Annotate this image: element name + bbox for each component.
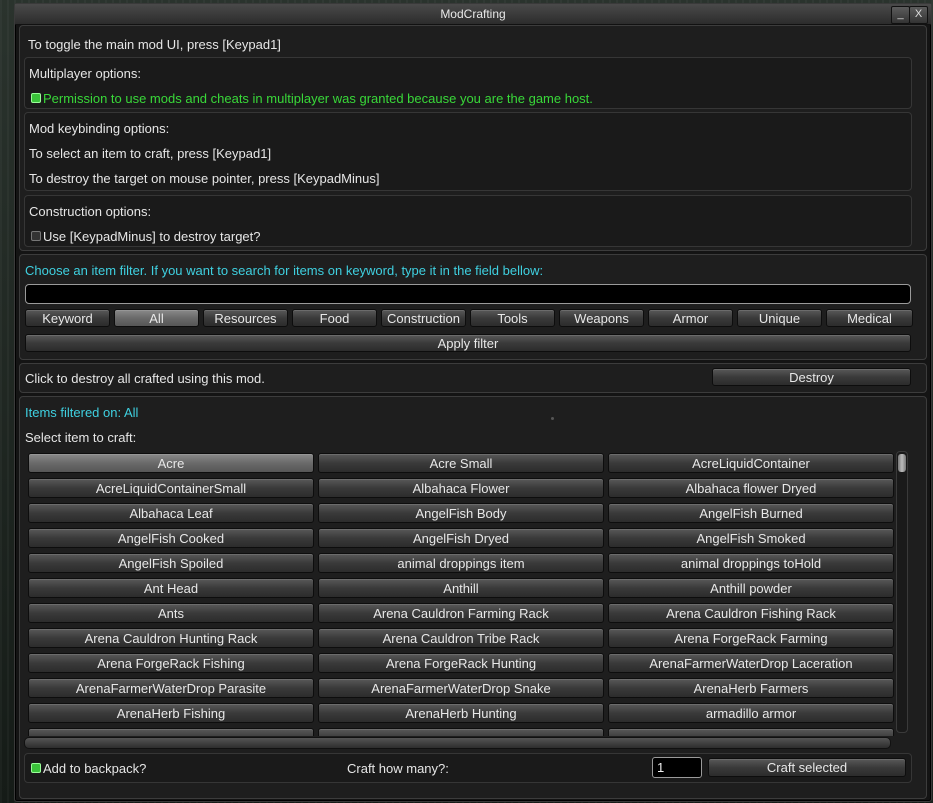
item-button[interactable]	[318, 728, 604, 736]
item-button[interactable]: ArenaFarmerWaterDrop Snake	[318, 678, 604, 698]
select-item-text: Select item to craft:	[25, 430, 137, 445]
destroy-button[interactable]: Destroy	[712, 368, 911, 386]
filter-weapons-button[interactable]: Weapons	[559, 309, 644, 327]
minimize-button[interactable]: _	[891, 6, 910, 24]
item-button[interactable]: AngelFish Smoked	[608, 528, 894, 548]
item-button[interactable]: Acre Small	[318, 453, 604, 473]
keybinding-heading: Mod keybinding options:	[29, 121, 170, 136]
item-button[interactable]: AngelFish Burned	[608, 503, 894, 523]
destroy-target-keybind-text: To destroy the target on mouse pointer, …	[29, 171, 380, 186]
item-button[interactable]: Ants	[28, 603, 314, 623]
item-button[interactable]: ArenaHerb Fishing	[28, 703, 314, 723]
item-button[interactable]: Arena ForgeRack Fishing	[28, 653, 314, 673]
item-button[interactable]: animal droppings item	[318, 553, 604, 573]
item-button[interactable]: ArenaHerb Hunting	[318, 703, 604, 723]
craft-footer: Add to backpack? Craft how many?: Craft …	[24, 753, 912, 783]
item-button[interactable]: AngelFish Dryed	[318, 528, 604, 548]
destroy-target-option-text: Use [KeypadMinus] to destroy target?	[43, 229, 261, 244]
title-bar[interactable]: ModCrafting _ X	[15, 4, 931, 25]
filter-unique-button[interactable]: Unique	[737, 309, 822, 327]
destroy-panel: Click to destroy all crafted using this …	[19, 363, 927, 393]
item-button[interactable]: Arena Cauldron Farming Rack	[318, 603, 604, 623]
item-button[interactable]: ArenaFarmerWaterDrop Laceration	[608, 653, 894, 673]
item-button[interactable]: Arena Cauldron Fishing Rack	[608, 603, 894, 623]
item-button[interactable]: AcreLiquidContainer	[608, 453, 894, 473]
construction-heading: Construction options:	[29, 204, 152, 219]
item-button[interactable]: armadillo armor	[608, 703, 894, 723]
item-grid: Acre Acre Small AcreLiquidContainer AcreLiq…	[28, 453, 896, 736]
item-list-vertical-scrollbar[interactable]	[896, 451, 908, 733]
info-panel: To toggle the main mod UI, press [Keypad…	[19, 25, 927, 251]
keyword-search-input[interactable]	[25, 284, 911, 304]
window-title: ModCrafting	[440, 7, 506, 21]
loading-dot	[551, 417, 554, 420]
item-button[interactable]: Arena ForgeRack Hunting	[318, 653, 604, 673]
item-button[interactable]: AngelFish Spoiled	[28, 553, 314, 573]
item-button[interactable]: Arena Cauldron Tribe Rack	[318, 628, 604, 648]
filter-panel: Choose an item filter. If you want to se…	[19, 254, 927, 360]
destroy-target-checkbox[interactable]	[31, 231, 41, 241]
craft-selected-button[interactable]: Craft selected	[708, 758, 906, 777]
close-button[interactable]: X	[909, 6, 928, 24]
toggle-ui-text: To toggle the main mod UI, press [Keypad…	[28, 37, 281, 52]
filter-resources-button[interactable]: Resources	[203, 309, 288, 327]
filter-instruction: Choose an item filter. If you want to se…	[25, 263, 544, 278]
modcrafting-window: ModCrafting _ X To toggle the main mod U…	[14, 3, 932, 802]
item-button[interactable]: ArenaFarmerWaterDrop Parasite	[28, 678, 314, 698]
filter-construction-button[interactable]: Construction	[381, 309, 466, 327]
item-button[interactable]	[608, 728, 894, 736]
item-button[interactable]: AngelFish Body	[318, 503, 604, 523]
apply-filter-button[interactable]: Apply filter	[25, 334, 911, 352]
multiplayer-permission-text: Permission to use mods and cheats in mul…	[43, 91, 593, 106]
keybinding-options-section: Mod keybinding options: To select an ite…	[24, 112, 912, 191]
multiplayer-options-section: Multiplayer options: Permission to use m…	[24, 57, 912, 109]
item-button[interactable]: Ant Head	[28, 578, 314, 598]
filter-keyword-button[interactable]: Keyword	[25, 309, 110, 327]
craft-quantity-input[interactable]	[652, 757, 702, 778]
add-to-backpack-checkbox[interactable]	[31, 763, 41, 773]
multiplayer-permission-checkbox[interactable]	[31, 93, 41, 103]
item-button[interactable]	[28, 728, 314, 736]
filter-all-button[interactable]: All	[114, 309, 199, 327]
items-filtered-text: Items filtered on: All	[25, 405, 139, 420]
filter-medical-button[interactable]: Medical	[826, 309, 913, 327]
filter-tools-button[interactable]: Tools	[470, 309, 555, 327]
filter-armor-button[interactable]: Armor	[648, 309, 733, 327]
craft-quantity-label: Craft how many?:	[347, 761, 449, 776]
item-button[interactable]: AngelFish Cooked	[28, 528, 314, 548]
item-button[interactable]: Arena Cauldron Hunting Rack	[28, 628, 314, 648]
construction-options-section: Construction options: Use [KeypadMinus] …	[24, 195, 912, 247]
item-button[interactable]: animal droppings toHold	[608, 553, 894, 573]
item-button[interactable]: Albahaca Leaf	[28, 503, 314, 523]
item-button[interactable]: Arena ForgeRack Farming	[608, 628, 894, 648]
item-button[interactable]: AcreLiquidContainerSmall	[28, 478, 314, 498]
item-button[interactable]: Albahaca flower Dryed	[608, 478, 894, 498]
destroy-all-text: Click to destroy all crafted using this …	[25, 371, 265, 386]
item-button[interactable]: ArenaHerb Farmers	[608, 678, 894, 698]
filter-food-button[interactable]: Food	[292, 309, 377, 327]
item-button[interactable]: Anthill	[318, 578, 604, 598]
item-list-horizontal-scrollbar[interactable]	[24, 737, 891, 749]
item-button[interactable]: Acre	[28, 453, 314, 473]
vertical-scroll-thumb[interactable]	[898, 454, 906, 472]
item-button[interactable]: Albahaca Flower	[318, 478, 604, 498]
select-item-keybind-text: To select an item to craft, press [Keypa…	[29, 146, 272, 161]
add-to-backpack-text: Add to backpack?	[43, 761, 147, 776]
item-button[interactable]: Anthill powder	[608, 578, 894, 598]
multiplayer-heading: Multiplayer options:	[29, 66, 141, 81]
